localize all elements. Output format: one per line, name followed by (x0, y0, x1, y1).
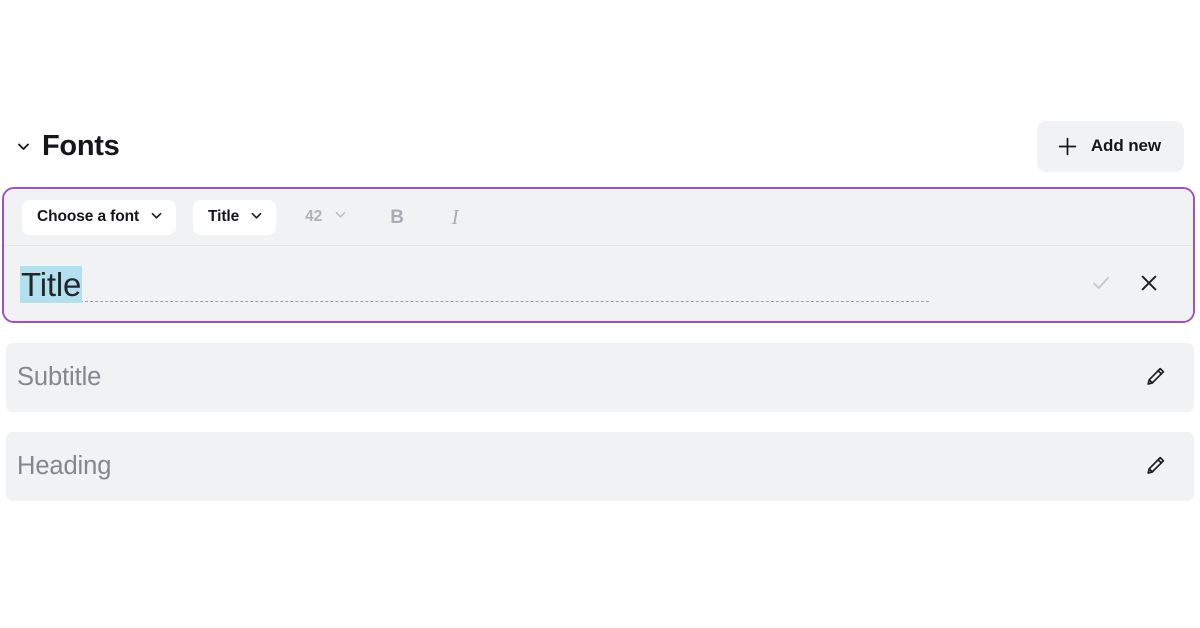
font-name-input-value: Title (20, 265, 83, 304)
edit-heading-button[interactable] (1130, 442, 1180, 492)
font-editor-toolbar: Choose a font Title 42 B I (4, 189, 1193, 246)
font-editor-card: Choose a font Title 42 B I Title (2, 187, 1195, 323)
input-underline (20, 301, 929, 302)
font-row-label: Subtitle (17, 363, 102, 392)
chevron-down-icon (249, 208, 264, 226)
add-new-label: Add new (1090, 136, 1161, 155)
plus-icon (1057, 136, 1078, 157)
edit-subtitle-button[interactable] (1130, 353, 1180, 403)
cancel-button[interactable] (1125, 261, 1173, 309)
style-preset-label: Title (208, 208, 240, 225)
font-name-edit-row: Title (4, 246, 1193, 321)
close-icon (1137, 271, 1161, 298)
confirm-button[interactable] (1077, 261, 1125, 309)
page-title: Fonts (42, 129, 120, 162)
font-row-label: Heading (17, 452, 112, 481)
section-header: Fonts Add new (0, 118, 1200, 174)
add-new-button[interactable]: Add new (1036, 120, 1184, 172)
font-size-dropdown[interactable]: 42 (293, 200, 356, 235)
italic-icon: I (451, 204, 459, 229)
font-name-input[interactable]: Title (4, 246, 1077, 321)
pencil-icon (1144, 454, 1167, 480)
edit-row-actions (1077, 261, 1193, 309)
bold-icon: B (390, 206, 405, 228)
chevron-down-icon (149, 208, 164, 226)
font-family-label: Choose a font (37, 208, 140, 225)
style-preset-dropdown[interactable]: Title (193, 199, 277, 235)
italic-button[interactable]: I (438, 200, 472, 234)
pencil-icon (1144, 365, 1167, 391)
bold-button[interactable]: B (380, 200, 414, 234)
font-row-subtitle[interactable]: Subtitle (6, 343, 1194, 412)
chevron-down-icon (333, 207, 348, 227)
fonts-settings-panel: Fonts Add new Choose a font Title 42 B I… (0, 0, 1200, 628)
check-icon (1089, 271, 1113, 298)
chevron-down-icon[interactable] (10, 133, 36, 159)
font-row-heading[interactable]: Heading (6, 432, 1194, 501)
font-family-dropdown[interactable]: Choose a font (22, 199, 177, 235)
font-size-value: 42 (305, 208, 323, 225)
